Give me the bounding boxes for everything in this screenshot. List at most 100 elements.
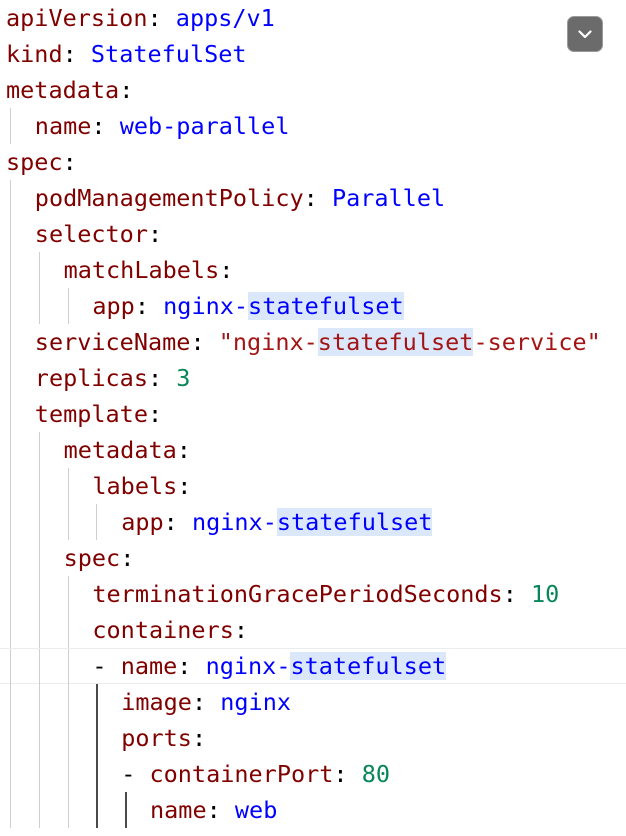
occurrence-highlight: statefulset <box>290 652 447 680</box>
code-text: name: web-parallel <box>35 108 290 144</box>
list-dash: - <box>92 652 121 680</box>
yaml-key: apiVersion <box>6 4 148 32</box>
yaml-space <box>517 580 531 608</box>
code-line[interactable]: labels: <box>0 468 626 504</box>
code-line[interactable]: image: nginx <box>0 684 626 720</box>
yaml-code-editor[interactable]: apiVersion: apps/v1 kind: StatefulSet meta… <box>0 0 626 836</box>
yaml-colon: : <box>191 688 207 716</box>
code-line[interactable]: containers: <box>0 612 626 648</box>
yaml-value: apps/v1 <box>175 4 275 32</box>
indent-guide <box>67 792 69 828</box>
code-line[interactable]: app: nginx-statefulset <box>0 288 626 324</box>
yaml-space <box>348 760 362 788</box>
indent-guide <box>67 684 69 720</box>
indent-guide <box>125 792 127 828</box>
occurrence-highlight: statefulset <box>276 508 433 536</box>
code-text: spec: <box>64 540 135 576</box>
code-line[interactable]: ports: <box>0 720 626 756</box>
yaml-space <box>106 112 120 140</box>
code-line[interactable]: name: web-parallel <box>0 108 626 144</box>
yaml-key: spec <box>6 148 63 176</box>
indent-guide <box>10 649 11 685</box>
yaml-key: metadata <box>63 436 177 464</box>
indent-guide <box>96 720 98 756</box>
code-text: podManagementPolicy: Parallel <box>35 180 445 216</box>
code-line[interactable]: app: nginx-statefulset <box>0 504 626 540</box>
indent-guide <box>38 792 40 828</box>
yaml-colon: : <box>62 40 77 68</box>
yaml-colon: : <box>91 112 106 140</box>
indent-guide <box>10 576 11 612</box>
code-line[interactable]: metadata: <box>0 432 626 468</box>
yaml-key: name <box>120 652 178 680</box>
yaml-colon: : <box>233 616 249 644</box>
yaml-key: metadata <box>6 76 120 104</box>
yaml-key: terminationGracePeriodSeconds <box>92 580 503 608</box>
indent-guide <box>38 288 40 324</box>
code-text: app: nginx-statefulset <box>121 504 433 540</box>
indent-guide <box>38 540 40 576</box>
yaml-space <box>221 796 235 824</box>
yaml-key: selector <box>34 220 148 248</box>
code-text: app: nginx-statefulset <box>92 288 404 324</box>
yaml-space <box>318 184 332 212</box>
yaml-space <box>205 328 219 356</box>
fold-toggle-button[interactable] <box>567 16 603 52</box>
indent-guide <box>10 612 11 648</box>
code-line[interactable]: matchLabels: <box>0 252 626 288</box>
indent-guide <box>10 468 11 504</box>
yaml-value: web <box>234 796 278 824</box>
indent-guide <box>10 360 11 396</box>
yaml-colon: : <box>303 184 318 212</box>
code-line[interactable]: - containerPort: 80 <box>0 756 626 792</box>
yaml-space <box>77 40 91 68</box>
yaml-value: StatefulSet <box>90 40 247 68</box>
indent-guide <box>67 649 69 685</box>
indent-guide <box>67 504 69 540</box>
yaml-key: image <box>121 688 192 716</box>
yaml-value: 10 <box>531 580 560 608</box>
list-dash: - <box>121 760 150 788</box>
yaml-space <box>149 292 163 320</box>
code-line[interactable]: spec: <box>0 540 626 576</box>
indent-guide <box>10 540 11 576</box>
code-text: apiVersion: apps/v1 <box>6 0 275 36</box>
indent-guide <box>96 792 98 828</box>
indent-guide <box>96 504 98 540</box>
indent-guide <box>38 684 40 720</box>
indent-guide <box>10 288 11 324</box>
indent-guide <box>38 756 40 792</box>
indent-guide <box>67 576 69 612</box>
code-line[interactable]: terminationGracePeriodSeconds: 10 <box>0 576 626 612</box>
code-text: metadata: <box>6 72 133 108</box>
code-text: spec: <box>6 144 77 180</box>
code-line[interactable]: apiVersion: apps/v1 <box>0 0 626 36</box>
code-line[interactable]: selector: <box>0 216 626 252</box>
code-line[interactable]: podManagementPolicy: Parallel <box>0 180 626 216</box>
code-text: metadata: <box>64 432 191 468</box>
indent-guide <box>38 432 40 468</box>
code-text: template: <box>35 396 162 432</box>
yaml-value: nginx- <box>163 292 249 320</box>
code-line[interactable]: replicas: 3 <box>0 360 626 396</box>
yaml-value: nginx <box>220 688 291 716</box>
indent-guide <box>10 684 11 720</box>
yaml-value: 3 <box>176 364 191 392</box>
yaml-colon: : <box>147 400 163 428</box>
code-text: serviceName: "nginx-statefulset-service" <box>35 324 601 360</box>
code-line[interactable]: template: <box>0 396 626 432</box>
code-line[interactable]: name: web <box>0 792 626 828</box>
yaml-colon: : <box>177 472 192 500</box>
yaml-value: nginx- <box>191 508 277 536</box>
code-line[interactable]: serviceName: "nginx-statefulset-service" <box>0 324 626 360</box>
indent-guide <box>10 180 11 216</box>
code-line[interactable]: kind: StatefulSet <box>0 36 626 72</box>
code-line[interactable]: metadata: <box>0 72 626 108</box>
yaml-colon: : <box>147 364 163 392</box>
code-line-current[interactable]: - name: nginx-statefulset <box>0 648 626 685</box>
code-line[interactable]: spec: <box>0 144 626 180</box>
indent-guide <box>10 252 11 288</box>
indent-guide <box>38 504 40 540</box>
yaml-key: replicas <box>34 364 148 392</box>
yaml-colon: : <box>119 76 134 104</box>
